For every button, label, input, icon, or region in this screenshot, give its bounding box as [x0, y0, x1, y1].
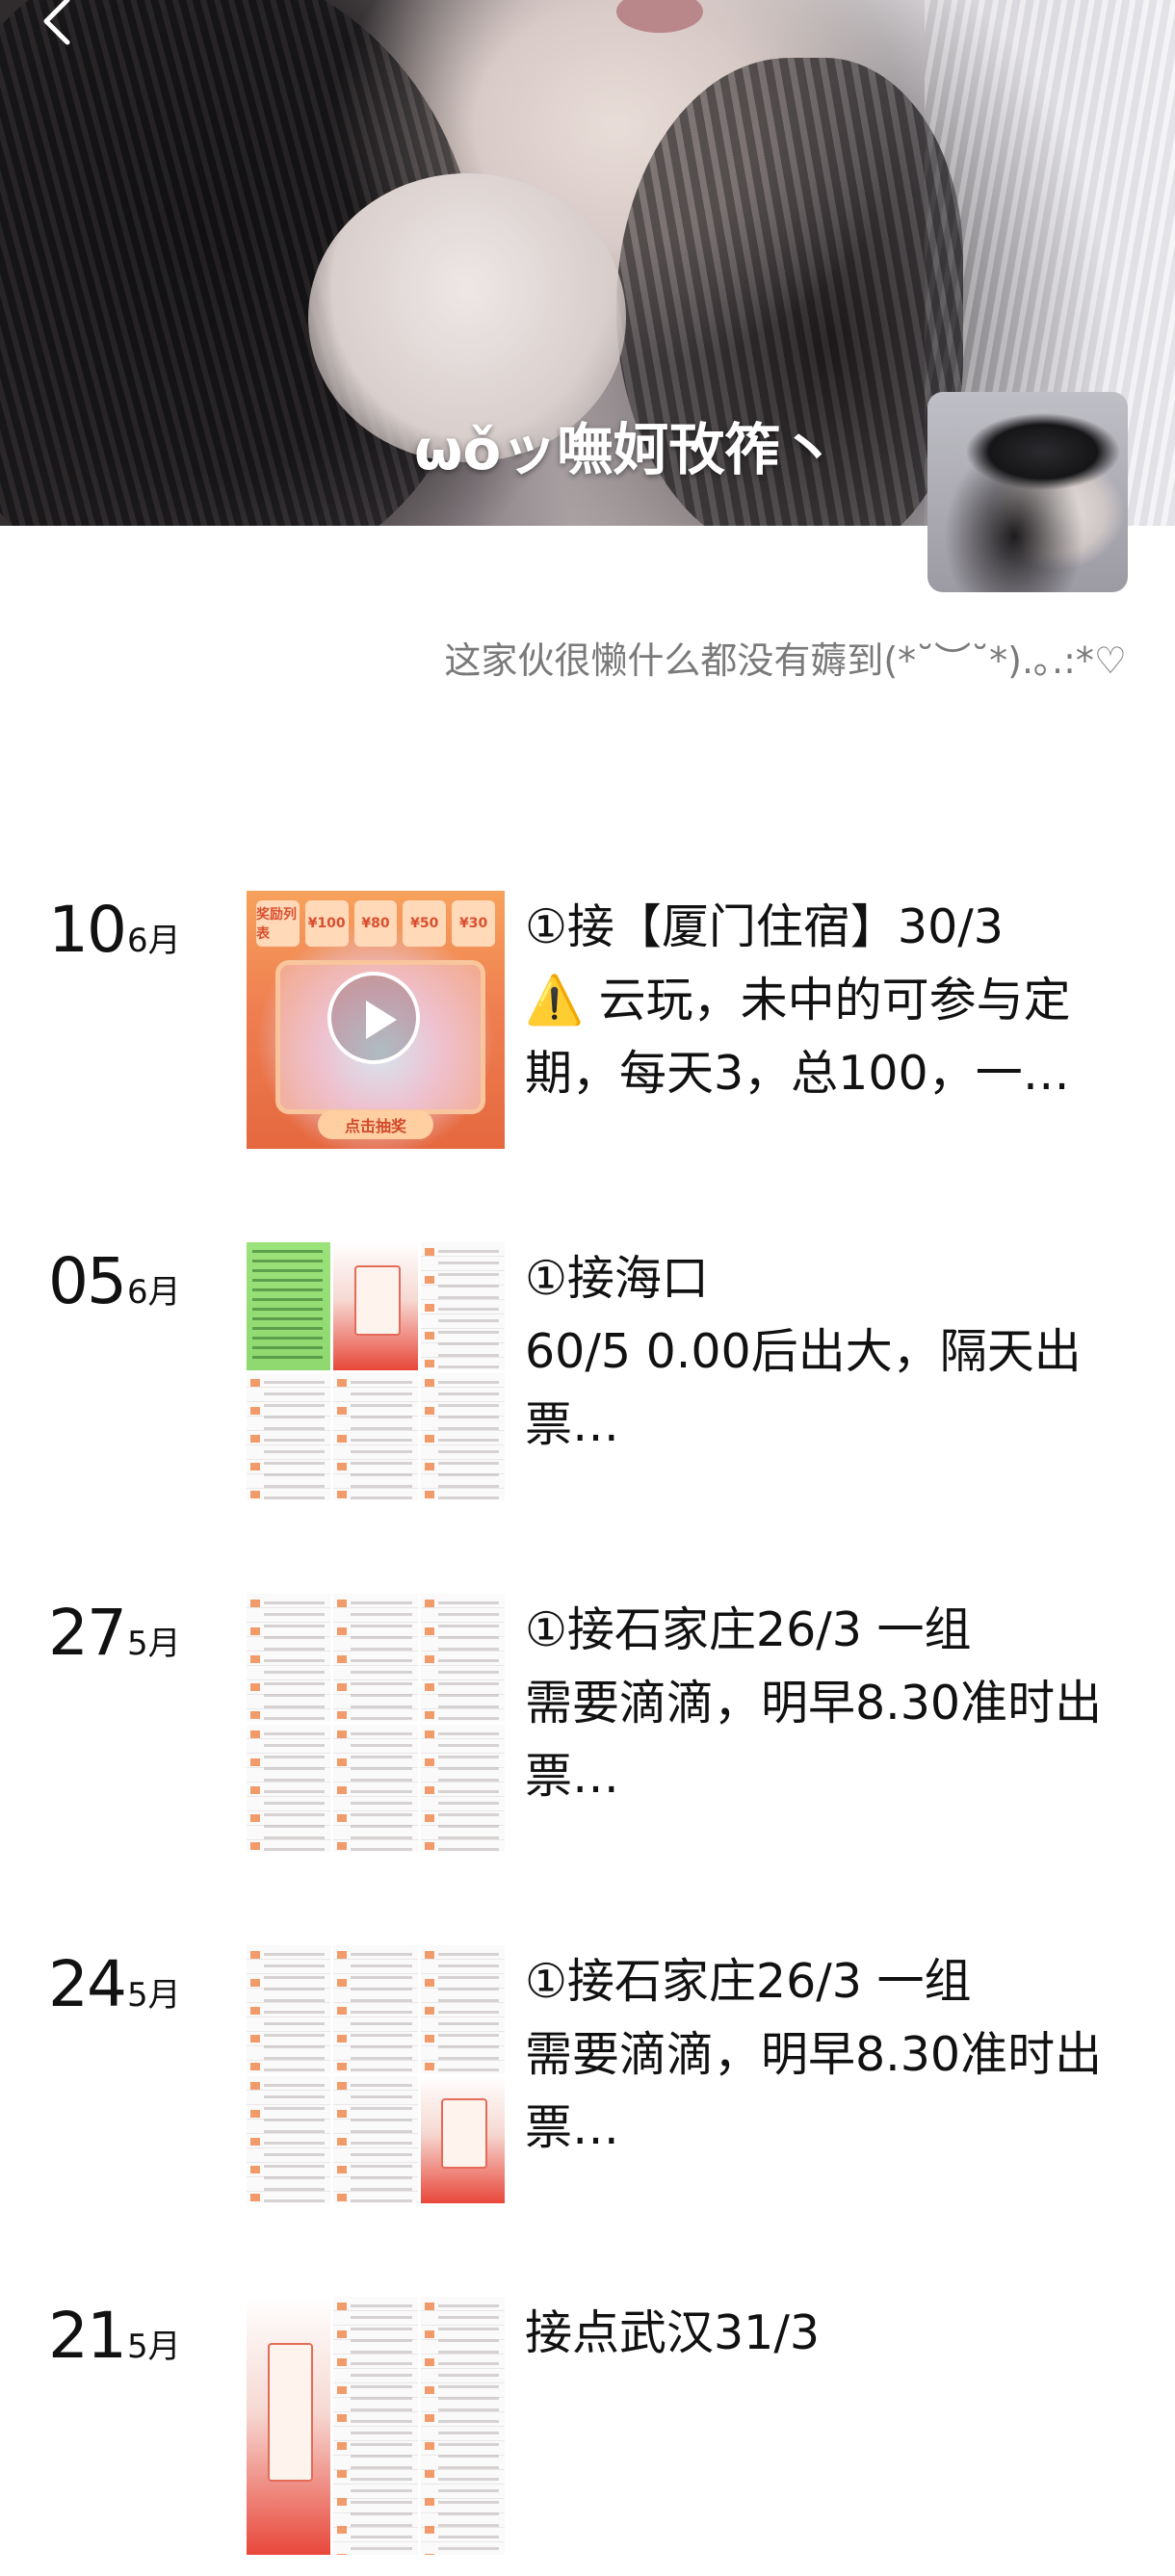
post-text-line: 接点武汉31/3: [525, 2305, 821, 2360]
post-day: 05: [48, 1244, 127, 1318]
post-image: [333, 1594, 418, 1722]
post-text-line: ①接【厦门住宿】30/3: [525, 899, 1004, 954]
post-image: [247, 1242, 331, 1370]
post-text-line: 60/5 0.00后出大，隔天出: [525, 1324, 1082, 1379]
post-image: [420, 1372, 505, 1500]
post-text-line: ①接石家庄26/3 一组: [525, 1954, 972, 2009]
avatar[interactable]: [927, 392, 1128, 592]
play-icon[interactable]: [327, 972, 420, 1064]
post-image: [247, 1724, 331, 1852]
post-image: [247, 2075, 331, 2203]
profile-nickname: ωǒッ嘸妸攼筰丶: [414, 417, 837, 482]
post-text-line: 期，每天3，总100，一…: [525, 1046, 1070, 1101]
post-text[interactable]: ①接海口 60/5 0.00后出大，隔天出 票…: [525, 1242, 1141, 1462]
feed-post[interactable]: 056月 ①接海口 60/5 0.00后出大，隔天出 票…: [0, 1242, 1175, 1522]
post-image: [333, 1242, 418, 1370]
chevron-left-icon: [43, 0, 70, 45]
post-text-line: 票…: [525, 1397, 620, 1452]
post-image: [247, 1594, 331, 1722]
post-image: [333, 1724, 418, 1852]
post-month: 6月: [126, 1273, 181, 1312]
post-date: 245月: [48, 1947, 181, 2021]
post-date: 106月: [48, 893, 181, 967]
post-image: [420, 1242, 505, 1370]
post-text-line: ①接石家庄26/3 一组: [525, 1602, 972, 1657]
feed-post[interactable]: 106月 奖励列表 ¥100 ¥80 ¥50 ¥30 点击抽奖 ①接【厦门住宿】…: [0, 891, 1175, 1170]
post-image: [420, 1594, 505, 1722]
post-image: [420, 1945, 505, 2073]
post-image: [247, 2297, 331, 2555]
post-image: [420, 1724, 505, 1852]
post-image-grid[interactable]: [247, 1242, 505, 1500]
post-day: 27: [48, 1596, 127, 1670]
thumb-label: ¥100: [304, 900, 349, 947]
post-month: 5月: [126, 2328, 181, 2366]
post-image: [333, 1945, 418, 2073]
feed-post[interactable]: 275月 ①接石家庄26/3 一组 需要滴滴，明早8.30准时出 票…: [0, 1594, 1175, 1873]
post-date: 275月: [48, 1596, 181, 1670]
profile-bio: 这家伙很懒什么都没有薅到(*˘︶˘*).｡.:*♡: [444, 639, 1127, 682]
thumb-draw-button: 点击抽奖: [318, 1110, 433, 1139]
feed-post[interactable]: 215月 接点武汉31/3: [0, 2297, 1175, 2576]
post-image: [333, 2075, 418, 2203]
post-text[interactable]: ①接【厦门住宿】30/3 ⚠️ 云玩，未中的可参与定 期，每天3，总100，一…: [525, 891, 1141, 1110]
post-image: [247, 1372, 331, 1500]
post-text-line: ⚠️ 云玩，未中的可参与定: [525, 973, 1071, 1028]
post-day: 24: [48, 1947, 127, 2021]
post-date: 056月: [48, 1244, 181, 1318]
post-day: 21: [48, 2299, 127, 2373]
post-day: 10: [48, 893, 127, 967]
post-image: [333, 1372, 418, 1500]
post-text-line: 需要滴滴，明早8.30准时出: [525, 1676, 1103, 1730]
post-month: 6月: [126, 922, 181, 960]
post-text[interactable]: ①接石家庄26/3 一组 需要滴滴，明早8.30准时出 票…: [525, 1945, 1141, 2165]
post-image: [247, 1945, 331, 2073]
post-text-line: 需要滴滴，明早8.30准时出: [525, 2027, 1103, 2082]
thumb-label: ¥50: [403, 900, 447, 947]
back-button[interactable]: [39, 0, 77, 48]
post-image: [333, 2297, 418, 2555]
thumb-label: ¥80: [353, 900, 398, 947]
post-text-line: 票…: [525, 2100, 620, 2155]
post-image-grid[interactable]: [247, 1945, 505, 2203]
post-text[interactable]: 接点武汉31/3: [525, 2297, 1141, 2370]
post-image: [420, 2075, 505, 2203]
post-video-thumbnail[interactable]: 奖励列表 ¥100 ¥80 ¥50 ¥30 点击抽奖: [247, 891, 505, 1149]
post-month: 5月: [126, 1976, 181, 2015]
post-image: [420, 2297, 505, 2555]
post-text-line: ①接海口: [525, 1251, 709, 1306]
post-text-line: 票…: [525, 1749, 620, 1804]
cover-detail: [616, 0, 703, 33]
feed-post[interactable]: 245月 ①接石家庄26/3 一组 需要滴滴，明早8.30准时出 票…: [0, 1945, 1175, 2225]
post-image-grid[interactable]: [247, 1594, 505, 1852]
thumb-prize-row: 奖励列表 ¥100 ¥80 ¥50 ¥30: [256, 900, 495, 947]
post-month: 5月: [126, 1625, 181, 1663]
thumb-label: 奖励列表: [256, 900, 300, 947]
thumb-label: ¥30: [452, 900, 495, 947]
post-text[interactable]: ①接石家庄26/3 一组 需要滴滴，明早8.30准时出 票…: [525, 1594, 1141, 1813]
post-date: 215月: [48, 2299, 181, 2373]
post-image-grid[interactable]: [247, 2297, 505, 2555]
